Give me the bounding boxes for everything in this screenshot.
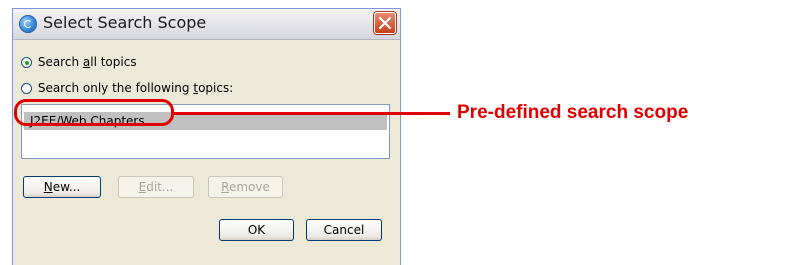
radio-search-only[interactable]: Search only the following topics: [21,81,233,95]
radio-search-only-indicator[interactable] [21,83,32,94]
edit-button[interactable]: Edit... [118,176,194,198]
callout-leader-line [172,112,450,115]
radio-search-all-label: Search all topics [37,55,137,69]
cancel-button[interactable]: Cancel [306,219,382,241]
close-icon [379,17,391,29]
ok-button[interactable]: OK [219,219,294,241]
radio-search-all-indicator[interactable] [21,57,32,68]
dialog-title: Select Search Scope [43,13,207,32]
radio-search-all[interactable]: Search all topics [21,55,137,69]
close-button[interactable] [374,12,396,34]
new-button[interactable]: New... [23,176,101,198]
eclipse-help-icon [19,15,37,33]
select-search-scope-dialog: Select Search Scope Search all topics Se… [12,8,401,265]
callout-highlight-oval [14,99,174,126]
callout-label: Pre-defined search scope [457,102,689,123]
remove-button[interactable]: Remove [208,176,283,198]
title-bar[interactable]: Select Search Scope [13,9,400,40]
radio-search-only-label: Search only the following topics: [37,81,234,95]
